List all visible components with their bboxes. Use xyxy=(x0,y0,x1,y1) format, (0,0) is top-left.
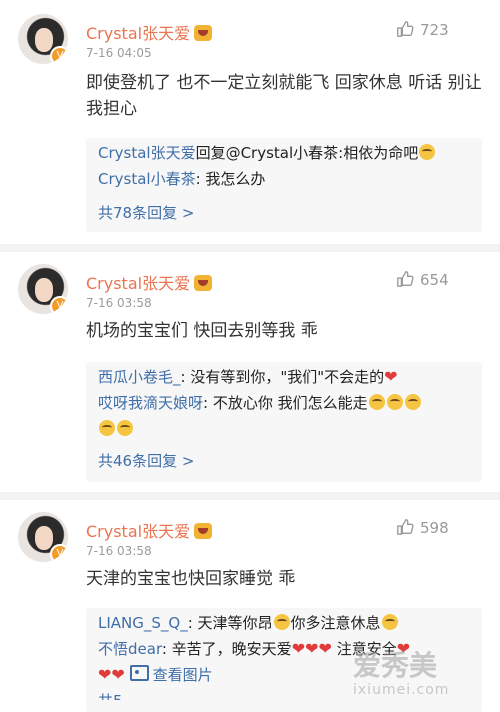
comment-author[interactable]: Crystal张天爱 xyxy=(86,270,213,294)
avatar[interactable]: V xyxy=(18,14,68,64)
reply-line: 哎呀我滴天娘呀: 不放心你 我们怎么能走 xyxy=(86,390,482,442)
like-count: 654 xyxy=(420,271,449,289)
avatar-face xyxy=(35,278,53,302)
reply-user[interactable]: Crystal小春茶 xyxy=(98,170,196,188)
crying-emoji-icon xyxy=(99,420,115,436)
heart-icon: ❤ xyxy=(291,639,306,658)
avatar[interactable]: V xyxy=(18,264,68,314)
like-count: 598 xyxy=(420,519,449,537)
thumbs-up-icon xyxy=(397,519,414,535)
image-icon xyxy=(129,665,149,681)
comment-time: 7-16 04:05 xyxy=(86,46,152,60)
heart-icon: ❤ xyxy=(111,665,125,684)
crying-emoji-icon xyxy=(404,394,421,410)
heart-icon: ❤ xyxy=(305,639,319,658)
comment-text: 即使登机了 也不一定立刻就能飞 回家休息 听话 别让我担心 xyxy=(86,73,482,119)
like-count: 723 xyxy=(420,21,449,39)
heart-icon: ❤ xyxy=(98,665,112,684)
crown-icon xyxy=(194,275,213,291)
thumbs-up-icon xyxy=(397,21,414,37)
comment-1: V Crystal张天爱 7-16 04:05 723 即使登机了 也不一定立刻… xyxy=(0,0,500,240)
verified-badge: V xyxy=(50,296,68,314)
reply-user[interactable]: 西瓜小卷毛_ xyxy=(98,368,181,386)
heart-icon: ❤ xyxy=(384,367,398,386)
reply-line: LIANG_S_Q_: 天津等你昂 你多注意休息 xyxy=(86,610,482,636)
crying-emoji-icon xyxy=(419,144,436,160)
comment-author[interactable]: Crystal张天爱 xyxy=(86,518,213,542)
surprised-emoji-icon xyxy=(381,614,398,630)
like-button[interactable]: 723 xyxy=(396,20,449,39)
reply-line: 西瓜小卷毛_: 没有等到你，"我们"不会走的❤ xyxy=(98,367,398,386)
watermark: 爱秀美 ixiumei.com xyxy=(353,649,450,699)
more-replies-link[interactable]: 共78条回复 > xyxy=(86,200,482,226)
verified-badge: V xyxy=(50,544,68,562)
comment-author[interactable]: Crystal张天爱 xyxy=(86,20,213,44)
divider xyxy=(0,244,500,252)
reply-box: 西瓜小卷毛_: 没有等到你，"我们"不会走的❤ 哎呀我滴天娘呀: 不放心你 我们… xyxy=(86,362,482,482)
heart-icon: ❤ xyxy=(318,639,332,658)
comment-time: 7-16 03:58 xyxy=(86,296,152,310)
view-image-link[interactable]: 查看图片 xyxy=(129,665,213,684)
reply-line: Crystal张天爱回复@Crystal小春茶:相依为命吧 xyxy=(86,140,482,166)
reply-box: Crystal张天爱回复@Crystal小春茶:相依为命吧 Crystal小春茶… xyxy=(86,138,482,232)
like-button[interactable]: 654 xyxy=(396,270,449,289)
like-button[interactable]: 598 xyxy=(396,518,449,537)
reply-user[interactable]: LIANG_S_Q_ xyxy=(98,614,188,632)
avatar[interactable]: V xyxy=(18,512,68,562)
reply-user[interactable]: Crystal张天爱 xyxy=(98,144,196,162)
avatar-face xyxy=(35,28,53,52)
crying-emoji-icon xyxy=(368,394,385,410)
reply-user[interactable]: 哎呀我滴天娘呀 xyxy=(98,394,203,412)
crying-emoji-icon xyxy=(386,394,403,410)
thumbs-up-icon xyxy=(397,271,414,287)
comment-time: 7-16 03:58 xyxy=(86,544,152,558)
crown-icon xyxy=(194,25,213,41)
divider xyxy=(0,492,500,500)
more-replies-link[interactable]: 共46条回复 > xyxy=(86,448,482,474)
smile-emoji-icon xyxy=(273,614,290,630)
comment-2: V Crystal张天爱 7-16 03:58 654 机场的宝宝们 快回去别等… xyxy=(0,252,500,492)
reply-user[interactable]: 不悟dear xyxy=(98,640,162,658)
comment-text: 机场的宝宝们 快回去别等我 乖 xyxy=(86,321,318,341)
crying-emoji-icon xyxy=(117,420,133,436)
verified-badge: V xyxy=(50,46,68,64)
comment-text: 天津的宝宝也快回家睡觉 乖 xyxy=(86,569,296,589)
crown-icon xyxy=(194,523,213,539)
avatar-face xyxy=(35,526,53,550)
reply-line: Crystal小春茶: 我怎么办 xyxy=(98,170,266,188)
